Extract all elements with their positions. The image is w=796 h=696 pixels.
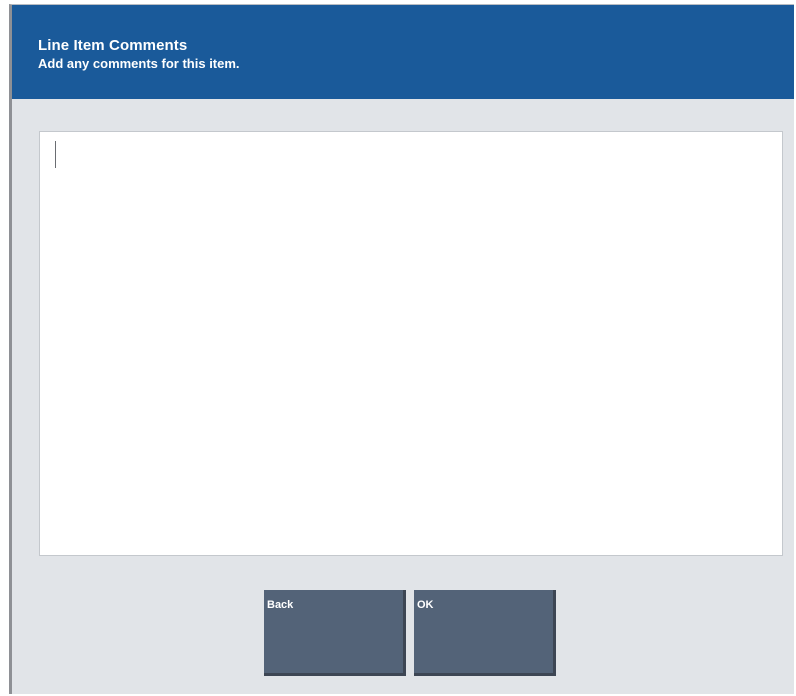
- dialog-subtitle: Add any comments for this item.: [38, 56, 240, 71]
- comment-textarea[interactable]: [39, 131, 783, 556]
- ok-button[interactable]: OK: [414, 590, 556, 676]
- dialog-title: Line Item Comments: [38, 37, 188, 54]
- back-button-label: Back: [267, 599, 294, 611]
- ok-button-label: OK: [417, 599, 434, 611]
- back-button[interactable]: Back: [264, 590, 406, 676]
- line-item-comments-dialog: Line Item Comments Add any comments for …: [9, 4, 794, 694]
- dialog-header: Line Item Comments Add any comments for …: [12, 5, 794, 99]
- text-caret: [55, 141, 56, 168]
